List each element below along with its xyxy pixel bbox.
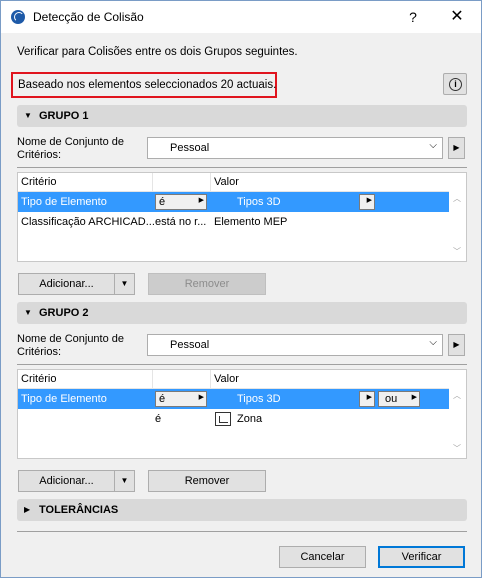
column-criterion: Critério [21, 373, 57, 385]
tolerances-header[interactable]: ▶ TOLERÂNCIAS [17, 499, 467, 521]
group2-title: GRUPO 2 [39, 307, 89, 319]
chevron-right-icon: ▶ [411, 394, 417, 401]
chevron-right-icon: ▶ [198, 394, 204, 401]
row-operator: é [155, 413, 162, 425]
group2-add-button[interactable]: Adicionar... [18, 470, 115, 492]
chevron-right-icon: ▶ [366, 197, 372, 204]
row-criterion: Tipo de Elemento [21, 393, 107, 405]
group2-row-1[interactable]: Tipo de Elemento é ▶ Tipos 3D ▶ ou ▶ [18, 389, 449, 409]
operator-select[interactable]: é ▶ [155, 391, 207, 407]
scroll-up-icon[interactable]: ︿ [453, 390, 461, 401]
row-criterion: Tipo de Elemento [21, 196, 107, 208]
group1-row-1[interactable]: Tipo de Elemento é ▶ Tipos 3D ▶ [18, 192, 449, 212]
group1-remove-button[interactable]: Remover [148, 273, 266, 295]
group1-add-button[interactable]: Adicionar... [18, 273, 115, 295]
info-button[interactable]: i [443, 73, 467, 95]
group2-remove-button[interactable]: Remover [148, 470, 266, 492]
help-button[interactable]: ? [401, 6, 425, 28]
collapsed-caret-icon: ▶ [24, 505, 31, 514]
row-value: Tipos 3D [237, 393, 281, 405]
row-operator: está no r... [155, 216, 207, 228]
row-value: Elemento MEP [214, 216, 288, 228]
group1-criteria-set-value: Pessoal [170, 142, 210, 154]
group1-list-scrollbar[interactable]: ︿ ﹀ [449, 173, 466, 261]
operator-select[interactable]: é ▶ [155, 194, 207, 210]
group2-criteria-list: Critério Valor Tipo de Elemento é ▶ Tipo… [17, 369, 467, 459]
column-separator [210, 173, 211, 192]
column-separator [152, 370, 153, 389]
divider [17, 531, 467, 532]
tolerances-title: TOLERÂNCIAS [39, 504, 119, 516]
expanded-caret-icon: ▼ [24, 111, 32, 120]
row-value: Tipos 3D [237, 196, 281, 208]
group2-list-scrollbar[interactable]: ︿ ﹀ [449, 370, 466, 458]
row-value: Zona [237, 413, 263, 425]
zone-icon [215, 412, 231, 426]
title-bar: Detecção de Colisão ? ✕ [1, 1, 481, 33]
intro-text: Verificar para Colisões entre os dois Gr… [17, 46, 298, 58]
group2-criteria-set-value: Pessoal [170, 339, 210, 351]
window-title: Detecção de Colisão [33, 10, 144, 24]
expanded-caret-icon: ▼ [24, 308, 32, 317]
group1-add-menu-button[interactable]: ▼ [114, 273, 135, 295]
chevron-right-icon: ▶ [366, 394, 372, 401]
column-value: Valor [214, 373, 239, 385]
chevron-down-icon: ⌵ [429, 140, 437, 151]
group2-list-header: Critério Valor [18, 370, 449, 389]
close-button[interactable]: ✕ [445, 6, 469, 28]
group1-criteria-set-label: Nome de Conjunto de Critérios: [17, 136, 125, 161]
collision-detection-dialog: Detecção de Colisão ? ✕ Verificar para C… [0, 0, 482, 578]
column-separator [152, 173, 153, 192]
selection-note-highlight: Baseado nos elementos seleccionados 20 a… [11, 72, 277, 98]
group1-title: GRUPO 1 [39, 110, 89, 122]
group1-list-header: Critério Valor [18, 173, 449, 192]
group1-criteria-set-select[interactable]: Pessoal ⌵ [147, 137, 443, 159]
value-select-button[interactable]: ▶ [359, 391, 375, 407]
group2-header[interactable]: ▼ GRUPO 2 [17, 302, 467, 324]
archicad-app-icon [11, 10, 25, 24]
group2-row-2[interactable]: é Zona [18, 409, 449, 429]
chevron-right-icon: ▶ [198, 197, 204, 204]
cancel-button[interactable]: Cancelar [279, 546, 366, 568]
group2-criteria-set-select[interactable]: Pessoal ⌵ [147, 334, 443, 356]
scroll-down-icon[interactable]: ﹀ [453, 246, 461, 257]
value-select-button[interactable]: ▶ [359, 194, 375, 210]
group2-criteria-set-label: Nome de Conjunto de Critérios: [17, 333, 125, 358]
verify-button[interactable]: Verificar [378, 546, 465, 568]
group2-add-menu-button[interactable]: ▼ [114, 470, 135, 492]
group1-row-2[interactable]: Classificação ARCHICAD... está no r... E… [18, 212, 449, 232]
column-criterion: Critério [21, 176, 57, 188]
column-value: Valor [214, 176, 239, 188]
row-criterion: Classificação ARCHICAD... [21, 216, 155, 228]
column-separator [210, 370, 211, 389]
scroll-down-icon[interactable]: ﹀ [453, 443, 461, 454]
group2-criteria-set-menu-button[interactable]: ▶ [448, 334, 465, 356]
logic-operator-value: ou [385, 393, 398, 405]
logic-operator-select[interactable]: ou ▶ [378, 391, 420, 407]
group1-criteria-set-menu-button[interactable]: ▶ [448, 137, 465, 159]
group1-header[interactable]: ▼ GRUPO 1 [17, 105, 467, 127]
divider [17, 364, 467, 365]
info-icon: i [449, 78, 462, 91]
divider [17, 167, 467, 168]
chevron-down-icon: ⌵ [429, 337, 437, 348]
operator-value: é [159, 196, 166, 208]
scroll-up-icon[interactable]: ︿ [453, 193, 461, 204]
group1-criteria-list: Critério Valor Tipo de Elemento é ▶ Tipo… [17, 172, 467, 262]
operator-value: é [159, 393, 166, 405]
selection-note: Baseado nos elementos seleccionados 20 a… [18, 79, 277, 91]
